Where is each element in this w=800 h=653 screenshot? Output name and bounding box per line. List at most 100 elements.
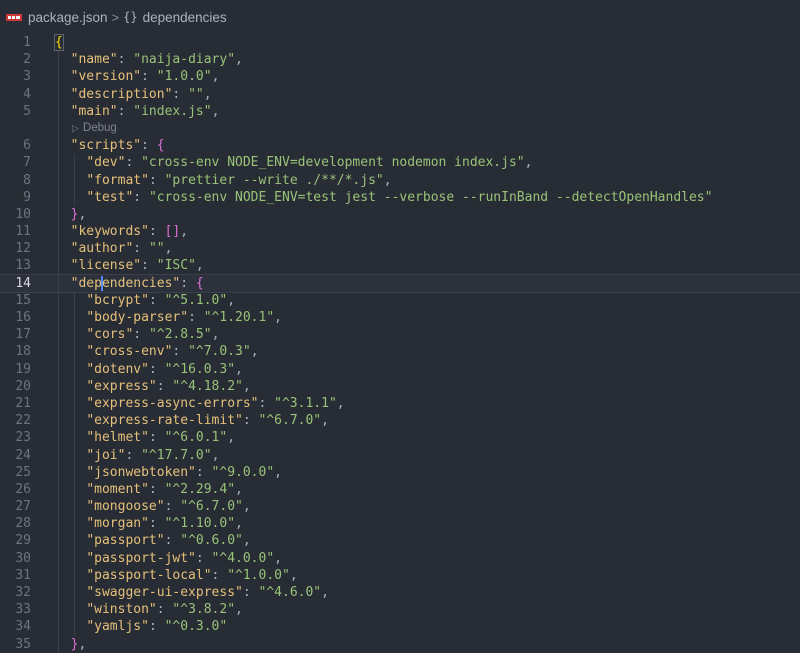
debug-label: Debug	[82, 121, 117, 134]
dependency-version: "^0.3.0"	[164, 619, 228, 635]
code-line: 30 "passport-jwt": "^4.0.0",	[0, 549, 800, 567]
code-line: 6 "scripts": {	[0, 137, 800, 155]
json-value: "prettier --write ./**/*.js"	[164, 172, 384, 188]
json-key: "dep	[70, 275, 102, 291]
json-key: "format"	[86, 172, 149, 188]
json-key: "version"	[70, 69, 142, 85]
code-line: 21 "express-async-errors": "^3.1.1",	[0, 394, 800, 413]
chevron-right-icon: >	[111, 9, 120, 25]
dependency-name: "swagger-ui-express"	[86, 585, 243, 600]
line-number: 16	[15, 310, 31, 325]
dependency-name: "moment"	[86, 481, 149, 497]
json-value: ""	[148, 241, 165, 257]
dependency-version: "^6.0.1"	[164, 430, 228, 446]
json-value: "naija-diary"	[133, 52, 236, 68]
json-key: "author"	[70, 241, 134, 257]
code-line: 8 "format": "prettier --write ./**/*.js"…	[0, 171, 800, 189]
dependency-version: "^1.0.0"	[227, 567, 290, 583]
code-line: 16 "body-parser": "^1.20.1",	[0, 309, 800, 327]
dependency-name: "helmet"	[86, 430, 149, 446]
json-value: "cross-env NODE_ENV=development nodemon …	[141, 155, 525, 171]
json-key: "name"	[70, 52, 118, 68]
code-line: 34 "yamljs": "^0.3.0"	[0, 618, 800, 636]
line-number: 19	[15, 361, 31, 377]
dependency-name: "express-async-errors"	[86, 395, 259, 411]
code-line: 27 "mongoose": "^6.7.0",	[0, 498, 800, 516]
line-number: 12	[15, 241, 31, 257]
line-number: 27	[15, 499, 31, 515]
dependency-version: "^9.0.0"	[211, 464, 275, 480]
dependency-version: "^6.7.0"	[180, 499, 243, 515]
line-number: 30	[15, 550, 31, 566]
code-line: 15 "bcrypt": "^5.1.0",	[0, 291, 800, 309]
dependency-version: "^5.1.0"	[164, 292, 228, 308]
code-line: 19 "dotenv": "^16.0.3",	[0, 360, 800, 378]
json-value: "1.0.0"	[156, 69, 212, 85]
dependency-version: "^1.20.1"	[203, 310, 275, 325]
dependency-version: "^6.7.0"	[258, 413, 322, 429]
dependency-version: "^3.1.1"	[274, 395, 337, 411]
dependency-version: "^4.6.0"	[258, 585, 322, 600]
json-key: "description"	[70, 86, 173, 102]
line-number: 15	[15, 292, 31, 308]
breadcrumb-file[interactable]: package.json	[28, 10, 108, 25]
json-key: "test"	[86, 189, 134, 205]
line-number: 5	[23, 103, 31, 119]
code-editor[interactable]: 1 { 2 "name": "naija-diary", 3 "version"…	[0, 34, 800, 653]
line-number: 1	[23, 35, 31, 50]
code-line: 5 "main": "index.js",	[0, 102, 800, 120]
json-key: "scripts"	[70, 138, 142, 154]
line-number: 4	[23, 86, 31, 102]
debug-codelens[interactable]: ▷ Debug	[72, 120, 117, 137]
line-number: 8	[23, 172, 31, 188]
dependency-version: "^4.0.0"	[211, 550, 275, 566]
line-number: 14	[15, 275, 31, 291]
dependency-version: "^17.7.0"	[141, 447, 212, 463]
dependency-version: "^3.8.2"	[172, 602, 236, 618]
json-value: "index.js"	[133, 103, 212, 119]
line-number: 17	[15, 327, 31, 343]
current-line: 14 "dependencies": {	[0, 273, 800, 293]
json-value: ""	[188, 86, 204, 102]
line-number: 24	[15, 447, 31, 463]
line-number: 2	[23, 52, 31, 68]
code-line: 25 "jsonwebtoken": "^9.0.0",	[0, 463, 800, 481]
line-number: 31	[15, 567, 31, 583]
line-number: 26	[15, 481, 31, 497]
line-number: 25	[15, 464, 31, 480]
json-key: "keywords"	[70, 224, 149, 240]
line-number: 21	[15, 395, 31, 411]
dependency-version: "^7.0.3"	[188, 344, 251, 360]
json-key: "license"	[70, 258, 142, 274]
line-number: 28	[15, 516, 31, 532]
code-line: 18 "cross-env": "^7.0.3",	[0, 343, 800, 361]
breadcrumb: package.json > {} dependencies	[0, 0, 800, 34]
code-line: 9 "test": "cross-env NODE_ENV=test jest …	[0, 188, 800, 206]
line-number: 7	[23, 155, 31, 171]
dependency-version: "^2.8.5"	[148, 327, 212, 343]
line-number: 13	[15, 258, 31, 274]
dependency-name: "yamljs"	[86, 619, 149, 635]
dependency-version: "^1.10.0"	[164, 516, 236, 532]
code-line: 29 "passport": "^0.6.0",	[0, 532, 800, 550]
code-line: 10 },	[0, 205, 800, 224]
dependency-name: "passport-local"	[86, 567, 212, 583]
line-number: 32	[15, 585, 31, 600]
json-value: "cross-env NODE_ENV=test jest --verbose …	[148, 189, 713, 205]
code-line: 22 "express-rate-limit": "^6.7.0",	[0, 412, 800, 430]
code-line: 33 "winston": "^3.8.2",	[0, 601, 800, 619]
line-number: 10	[15, 206, 31, 222]
dependency-version: "^16.0.3"	[164, 361, 236, 377]
code-line: 11 "keywords": [],	[0, 223, 800, 241]
json-value: "ISC"	[156, 258, 196, 274]
breadcrumb-symbol[interactable]: dependencies	[143, 10, 227, 25]
line-number: 20	[15, 378, 31, 394]
json-key: "main"	[70, 103, 118, 119]
dependency-name: "dotenv"	[86, 361, 149, 377]
dependency-name: "jsonwebtoken"	[86, 464, 196, 480]
line-number: 11	[15, 224, 31, 240]
dependency-name: "joi"	[86, 447, 126, 463]
line-number: 29	[15, 533, 31, 549]
code-line: 12 "author": "",	[0, 240, 800, 258]
dependency-version: "^4.18.2"	[172, 378, 243, 394]
